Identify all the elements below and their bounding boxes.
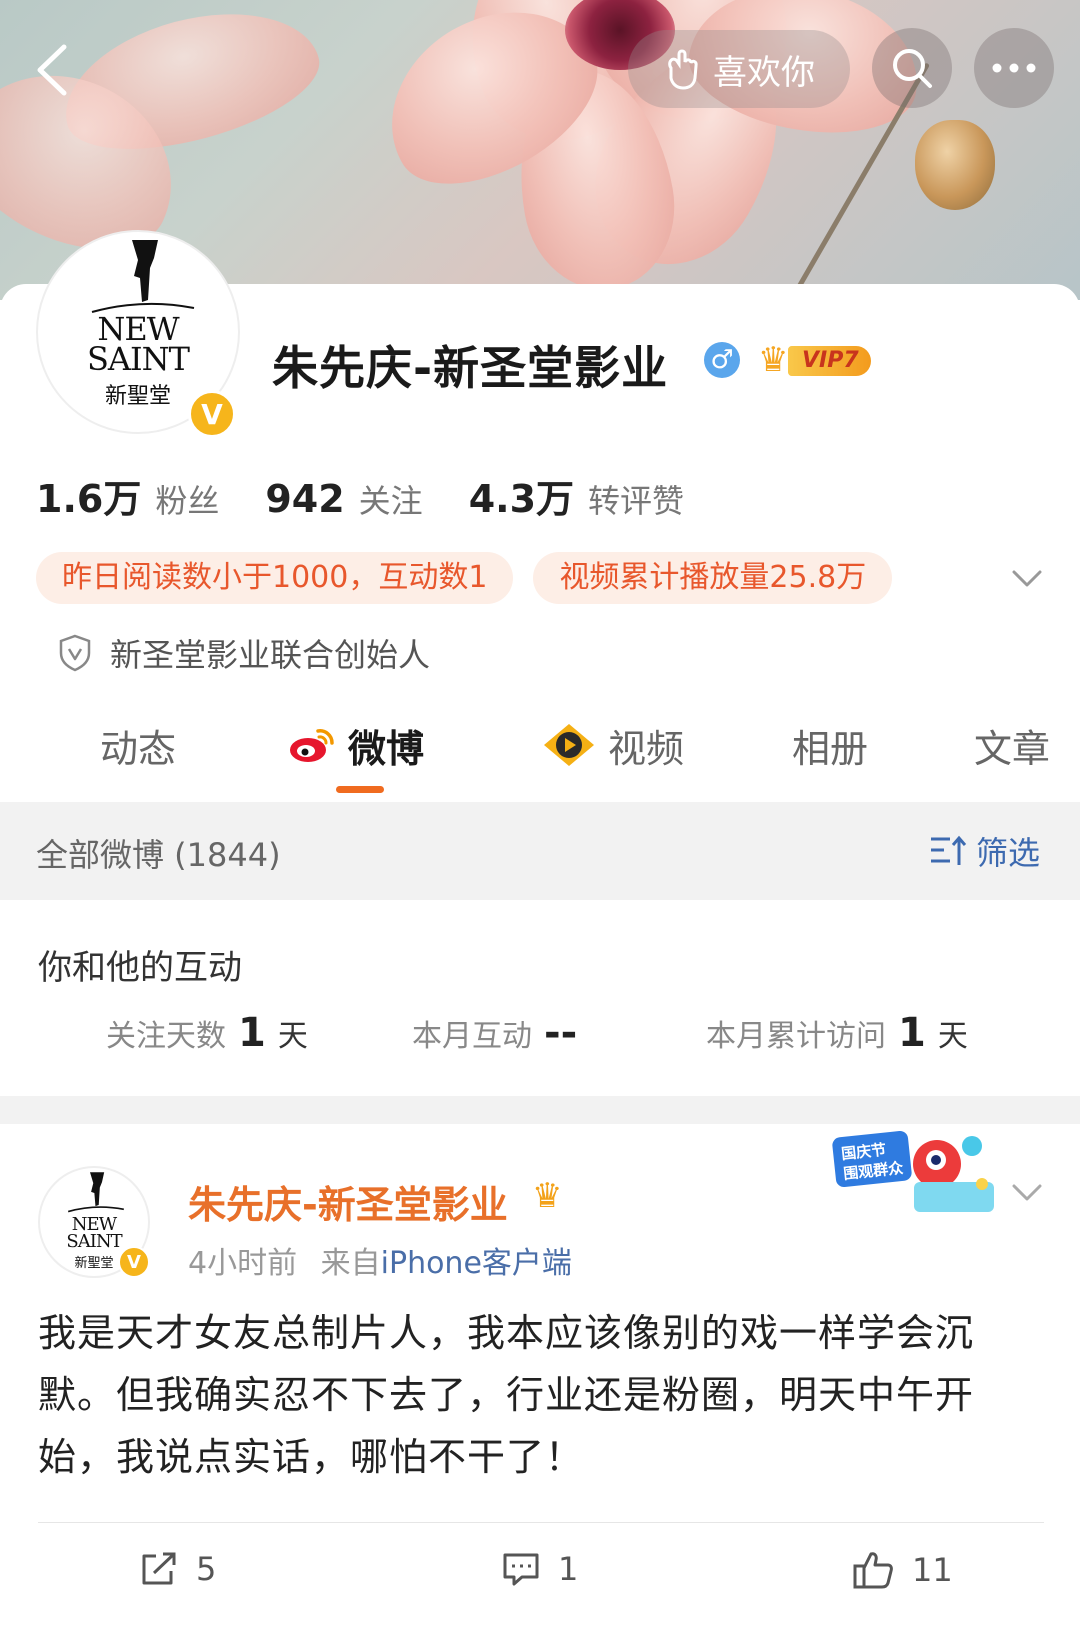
- profile-stats: 1.6万 粉丝 942 关注 4.3万 转评赞: [36, 468, 730, 523]
- interaction-title: 你和他的互动: [38, 948, 242, 988]
- stat-followers-label: 粉丝: [155, 482, 220, 520]
- tab-album-label: 相册: [792, 726, 869, 771]
- profile-tabs: 动态 微博 视频 相册 文章: [0, 710, 1080, 800]
- stat-followers-number: 1.6万: [36, 477, 142, 521]
- verified-badge-icon: V: [118, 1246, 150, 1278]
- logo-figure-icon: [91, 240, 195, 313]
- month-visits-value: 1: [898, 1010, 926, 1056]
- tab-articles[interactable]: 文章: [974, 710, 1050, 780]
- interaction-follow-days: 关注天数 1 天: [106, 1010, 308, 1056]
- avatar-logo-text: NEW SAINT: [87, 313, 190, 375]
- comment-button[interactable]: 1: [502, 1550, 578, 1588]
- thumbs-up-icon: [853, 1552, 893, 1589]
- shield-verified-icon: [59, 634, 91, 672]
- verified-badge-icon: V: [188, 390, 236, 438]
- active-tab-indicator: [336, 786, 384, 793]
- hand-heart-icon: [668, 49, 698, 90]
- post-avatar-logo-cn: 新聖堂: [74, 1256, 114, 1271]
- weibo-filter-bar: 全部微博 (1844) 筛选: [0, 802, 1080, 900]
- stat-interactions[interactable]: 4.3万 转评赞: [469, 468, 684, 523]
- avatar-logo-line2: SAINT: [86, 340, 190, 378]
- weibo-icon: [290, 729, 334, 762]
- repost-button[interactable]: 5: [140, 1550, 216, 1588]
- crown-icon: ♛: [532, 1176, 563, 1216]
- profile-role-label: 新圣堂影业联合创始人: [110, 636, 431, 674]
- search-button[interactable]: [872, 28, 952, 108]
- post-meta: 4小时前 来自iPhone客户端: [188, 1238, 572, 1282]
- post-avatar-logo-text: NEW SAINT: [66, 1216, 122, 1252]
- follow-days-label: 关注天数: [106, 1019, 226, 1054]
- festival-sticker-icon[interactable]: 国庆节 围观群众: [832, 1124, 1002, 1224]
- post-time: 4小时前: [188, 1246, 298, 1281]
- month-interaction-label: 本月互动: [412, 1019, 532, 1054]
- like-count: 11: [912, 1551, 953, 1589]
- tab-dynamics[interactable]: 动态: [100, 710, 176, 780]
- chip-video-plays[interactable]: 视频累计播放量25.8万: [533, 552, 893, 604]
- stat-following-label: 关注: [358, 482, 423, 520]
- like-button[interactable]: 11: [852, 1550, 953, 1590]
- vip-badge[interactable]: ♛ VIP7: [758, 340, 871, 380]
- tab-dynamics-label: 动态: [100, 726, 177, 771]
- comment-count: 1: [558, 1550, 579, 1588]
- chevron-down-icon[interactable]: [1010, 562, 1044, 596]
- repost-count: 5: [196, 1550, 217, 1588]
- avatar-logo-cn: 新聖堂: [104, 384, 171, 409]
- post-content[interactable]: 我是天才女友总制片人，我本应该像别的戏一样学会沉默。但我确实忍不下去了，行业还是…: [38, 1302, 1038, 1488]
- all-weibo-count: 全部微博 (1844): [36, 836, 281, 874]
- stat-interactions-number: 4.3万: [468, 477, 575, 521]
- tab-weibo-label: 微博: [348, 726, 425, 771]
- video-icon: [544, 724, 594, 766]
- post-author-name[interactable]: 朱先庆-新圣堂影业: [188, 1174, 508, 1229]
- profile-role: 新圣堂影业联合创始人: [58, 630, 430, 676]
- like-you-button[interactable]: 喜欢你: [628, 30, 850, 108]
- stat-interactions-label: 转评赞: [588, 482, 685, 520]
- tab-album[interactable]: 相册: [792, 710, 868, 780]
- gender-male-icon: ♂: [704, 342, 740, 378]
- follow-days-unit: 天: [277, 1019, 308, 1054]
- filter-label: 筛选: [976, 834, 1041, 872]
- comment-icon: [503, 1553, 539, 1586]
- stat-following[interactable]: 942 关注: [265, 476, 422, 522]
- profile-chips: 昨日阅读数小于1000，互动数1 视频累计播放量25.8万: [36, 552, 893, 604]
- more-dots-icon: [992, 63, 1036, 73]
- weibo-post[interactable]: NEW SAINT 新聖堂 V 朱先庆-新圣堂影业 ♛ 4小时前 来自iPhon…: [0, 1124, 1080, 1628]
- like-you-label: 喜欢你: [713, 52, 815, 93]
- tab-weibo[interactable]: 微博: [288, 710, 424, 780]
- more-button[interactable]: [974, 28, 1054, 108]
- post-from-prefix: 来自: [320, 1246, 381, 1281]
- chevron-down-icon[interactable]: [1010, 1176, 1044, 1210]
- chevron-left-icon: [37, 44, 67, 96]
- post-source[interactable]: iPhone客户端: [381, 1246, 572, 1281]
- repost-icon: [142, 1552, 176, 1585]
- post-divider: [38, 1522, 1044, 1523]
- cover-flower-bud: [915, 120, 995, 210]
- post-avatar-logo-line2: SAINT: [66, 1231, 122, 1252]
- profile-name: 朱先庆-新圣堂影业: [272, 341, 669, 395]
- month-interaction-value: --: [544, 1010, 578, 1056]
- tab-video[interactable]: 视频: [542, 710, 684, 780]
- stat-followers[interactable]: 1.6万 粉丝: [36, 468, 219, 523]
- interaction-month: 本月互动 --: [412, 1010, 577, 1056]
- month-visits-label: 本月累计访问: [706, 1019, 886, 1054]
- section-divider: [0, 1096, 1080, 1124]
- crown-icon: ♛: [758, 340, 789, 380]
- tab-articles-label: 文章: [974, 726, 1051, 771]
- follow-days-value: 1: [238, 1010, 266, 1056]
- filter-sort-icon: [931, 835, 967, 865]
- vip-level-label: VIP7: [788, 346, 871, 376]
- logo-figure-icon: [67, 1172, 124, 1213]
- interaction-month-visits: 本月累计访问 1 天: [706, 1010, 968, 1056]
- back-button[interactable]: [22, 30, 82, 110]
- search-icon: [893, 49, 932, 88]
- filter-button[interactable]: 筛选: [928, 828, 1040, 874]
- tab-video-label: 视频: [608, 726, 685, 771]
- month-visits-unit: 天: [937, 1019, 968, 1054]
- stat-following-number: 942: [265, 477, 345, 521]
- interaction-section: 你和他的互动 关注天数 1 天 本月互动 -- 本月累计访问 1 天: [0, 900, 1080, 1096]
- chip-reads[interactable]: 昨日阅读数小于1000，互动数1: [36, 552, 514, 604]
